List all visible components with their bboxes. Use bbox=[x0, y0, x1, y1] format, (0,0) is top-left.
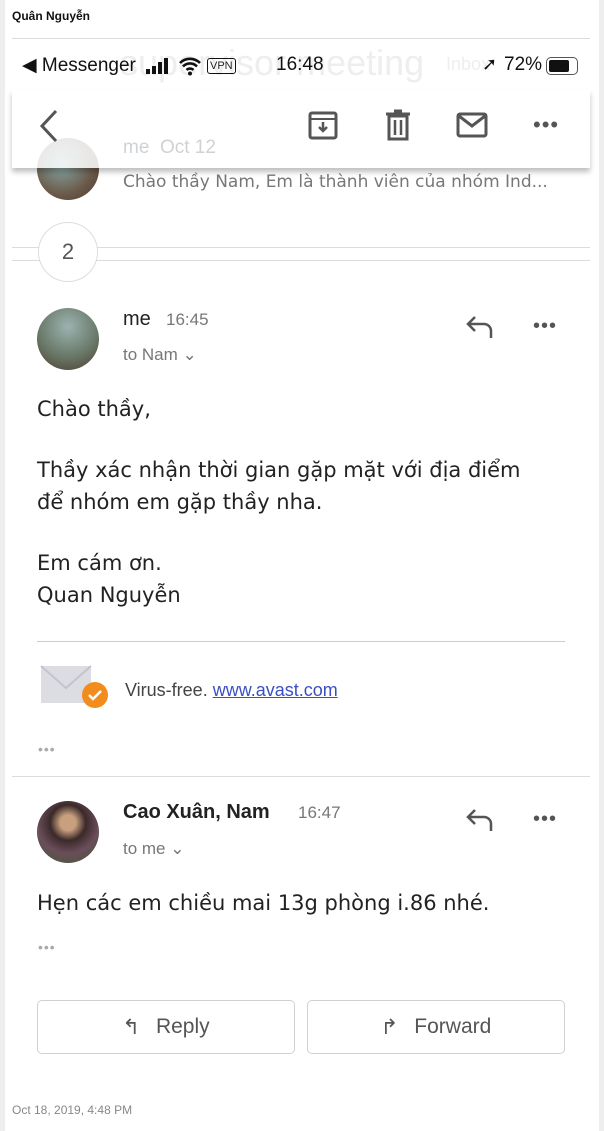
reply-button[interactable]: ↰ Reply bbox=[37, 1000, 295, 1054]
show-trimmed-icon[interactable]: ••• bbox=[38, 741, 56, 757]
forward-icon: ↱ bbox=[380, 1015, 399, 1039]
forward-button[interactable]: ↱ Forward bbox=[307, 1000, 565, 1054]
vpn-badge: VPN bbox=[207, 58, 236, 74]
message-more-icon[interactable]: ••• bbox=[533, 808, 557, 831]
forward-label: Forward bbox=[414, 1015, 492, 1038]
location-icon: ➚ bbox=[482, 54, 498, 74]
reply-icon[interactable] bbox=[465, 314, 495, 345]
show-trimmed-icon[interactable]: ••• bbox=[38, 939, 56, 955]
battery-percent: 72% bbox=[504, 54, 543, 75]
message-time: 16:47 bbox=[298, 803, 341, 822]
body-line: Chào thầy, bbox=[37, 397, 151, 421]
collapsed-snippet[interactable]: Chào thầy Nam, Em là thành viên của nhóm… bbox=[123, 172, 548, 192]
reply-icon[interactable] bbox=[465, 807, 495, 838]
signature-divider bbox=[37, 641, 565, 642]
back-button[interactable] bbox=[36, 108, 60, 149]
divider bbox=[12, 38, 590, 39]
message-time: 16:45 bbox=[166, 310, 209, 329]
divider bbox=[12, 776, 590, 777]
divider bbox=[12, 260, 590, 261]
body-line: Hẹn các em chiều mai 13g phòng i.86 nhé. bbox=[37, 891, 490, 915]
wifi-icon bbox=[178, 56, 202, 81]
collapsed-sender-name: me bbox=[123, 137, 150, 158]
reply-icon: ↰ bbox=[122, 1015, 140, 1039]
collapsed-sender: me Oct 12 bbox=[123, 137, 216, 159]
body-line: Quan Nguyễn bbox=[37, 583, 181, 607]
avast-mail-icon bbox=[40, 665, 110, 714]
battery-icon bbox=[546, 57, 578, 75]
recipient-toggle[interactable]: to me ⌄ bbox=[123, 839, 185, 859]
message-more-icon[interactable]: ••• bbox=[533, 315, 557, 338]
back-app-label: Messenger bbox=[41, 55, 136, 76]
toolbar: ••• bbox=[12, 90, 590, 168]
more-button[interactable]: ••• bbox=[533, 112, 559, 138]
collapsed-date: Oct 12 bbox=[159, 137, 216, 158]
avatar bbox=[37, 308, 99, 370]
window-title: Quân Nguyễn bbox=[12, 9, 91, 23]
reply-label: Reply bbox=[155, 1015, 210, 1038]
signal-icon bbox=[146, 58, 172, 79]
hidden-messages-count[interactable]: 2 bbox=[38, 222, 98, 282]
body-line: Thầy xác nhận thời gian gặp mặt với địa … bbox=[37, 458, 521, 482]
sender-name: Cao Xuân, Nam bbox=[123, 801, 270, 823]
virus-free-text: Virus-free. www.avast.com bbox=[125, 680, 338, 700]
recipient-toggle[interactable]: to Nam ⌄ bbox=[123, 345, 197, 365]
archive-button[interactable] bbox=[308, 110, 338, 145]
delete-button[interactable] bbox=[384, 109, 412, 146]
avatar bbox=[37, 801, 99, 863]
back-to-app[interactable]: ◀ Messenger bbox=[22, 54, 136, 77]
clock: 16:48 bbox=[276, 54, 324, 75]
footer-timestamp: Oct 18, 2019, 4:48 PM bbox=[12, 1103, 133, 1117]
body-line: để nhóm em gặp thầy nha. bbox=[37, 490, 323, 514]
mark-unread-button[interactable] bbox=[456, 112, 488, 143]
sender-name: me bbox=[123, 308, 151, 330]
body-line: Em cám ơn. bbox=[37, 551, 162, 575]
divider bbox=[12, 247, 590, 248]
avast-link[interactable]: www.avast.com bbox=[213, 680, 338, 700]
